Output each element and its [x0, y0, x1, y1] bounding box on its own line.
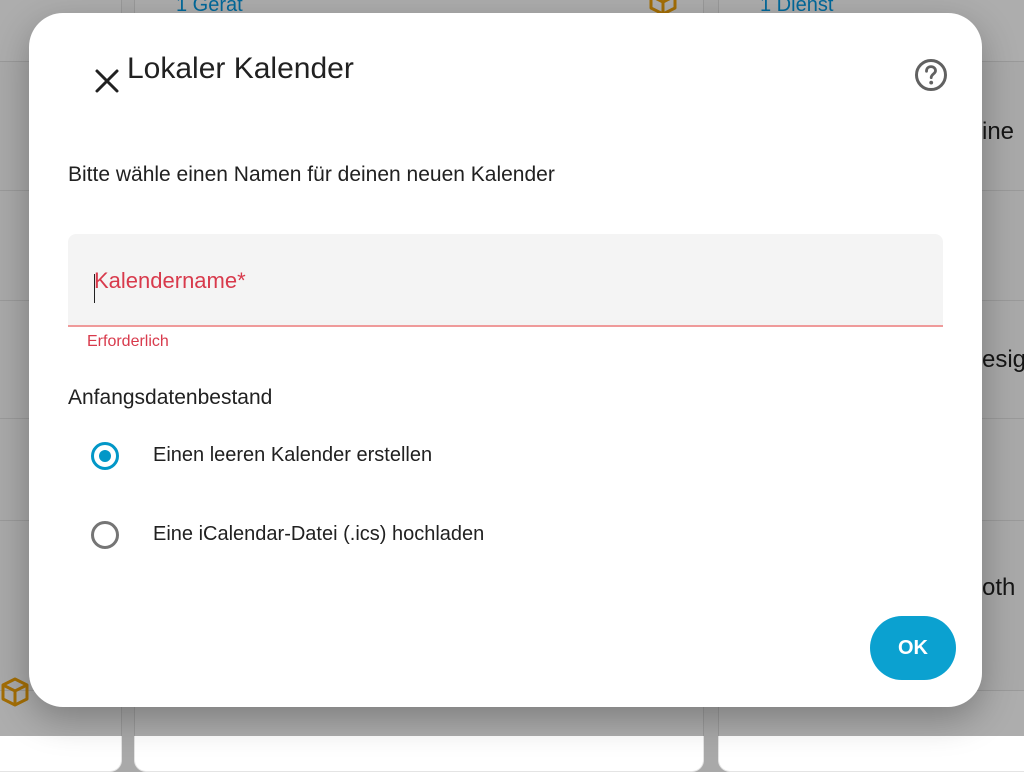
close-icon: [95, 69, 119, 93]
calendar-name-input[interactable]: Kalendername*: [68, 234, 943, 327]
text-cursor: [94, 274, 95, 303]
required-helper-text: Erforderlich: [87, 333, 169, 350]
dialog-description: Bitte wähle einen Namen für deinen neuen…: [68, 163, 555, 186]
close-button[interactable]: [81, 55, 133, 107]
local-calendar-dialog: Lokaler Kalender Bitte wähle einen Namen…: [29, 13, 982, 707]
dialog-title: Lokaler Kalender: [127, 52, 354, 85]
calendar-name-label: Kalendername*: [94, 268, 246, 293]
initial-data-label: Anfangsdatenbestand: [68, 386, 273, 409]
help-circle-icon: [915, 59, 947, 91]
help-button[interactable]: [905, 49, 955, 99]
radio-unchecked[interactable]: [91, 521, 119, 549]
ok-button[interactable]: OK: [870, 616, 956, 680]
radio-label: Eine iCalendar-Datei (.ics) hochladen: [153, 523, 485, 545]
radio-option-upload-ics[interactable]: Eine iCalendar-Datei (.ics) hochladen: [81, 513, 601, 563]
radio-label: Einen leeren Kalender erstellen: [153, 444, 433, 466]
radio-checked[interactable]: [91, 442, 119, 470]
radio-option-empty-calendar[interactable]: Einen leeren Kalender erstellen: [81, 434, 601, 484]
